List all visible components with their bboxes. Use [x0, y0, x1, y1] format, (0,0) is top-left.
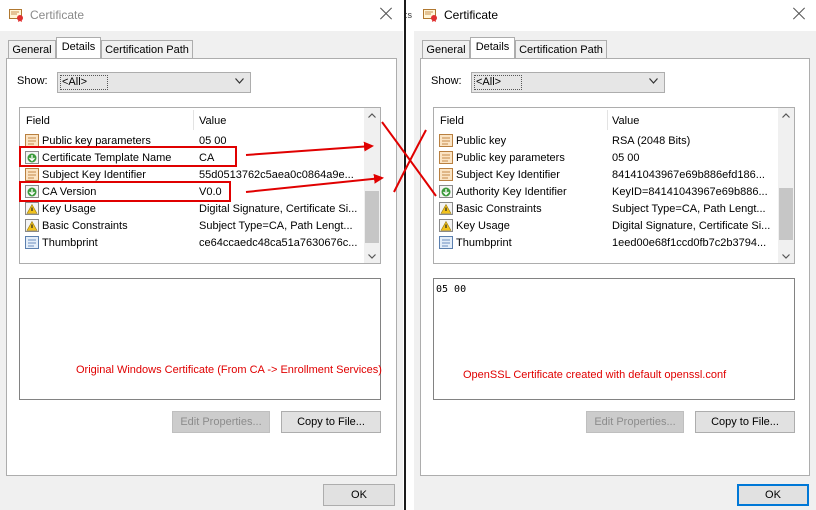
column-header-value[interactable]: Value — [612, 115, 639, 127]
window-title: Certificate — [30, 8, 85, 22]
column-divider[interactable] — [193, 110, 194, 130]
row-value: Subject Type=CA, Path Lengt... — [612, 203, 766, 215]
row-value: Subject Type=CA, Path Lengt... — [199, 220, 353, 232]
highlight-box-ca-version — [19, 181, 231, 202]
chevron-down-icon — [649, 78, 658, 84]
cert-property-icon — [439, 236, 454, 250]
tab-general[interactable]: General — [422, 40, 470, 58]
certificate-icon — [423, 8, 439, 22]
close-icon[interactable] — [790, 5, 808, 23]
window-title: Certificate — [444, 8, 499, 22]
cert-critical-extension-icon — [439, 219, 454, 233]
cert-critical-extension-icon — [25, 202, 40, 216]
scroll-up-icon[interactable] — [782, 113, 790, 118]
list-item[interactable]: Basic Constraints Subject Type=CA, Path … — [20, 218, 364, 235]
scrollbar-thumb[interactable] — [365, 191, 379, 243]
list-header: Field Value — [20, 108, 364, 132]
row-field: Public key — [456, 135, 507, 147]
cert-critical-extension-icon — [439, 202, 454, 216]
list-item[interactable]: Key Usage Digital Signature, Certificate… — [20, 201, 364, 218]
show-label: Show: — [17, 75, 48, 87]
chevron-down-icon — [235, 78, 244, 84]
row-value: KeyID=84141043967e69b886... — [612, 186, 768, 198]
list-item[interactable]: Thumbprint ce64ccaedc48ca51a7630676c... — [20, 235, 364, 252]
row-field: Thumbprint — [42, 237, 98, 249]
cert-extension-icon — [439, 185, 454, 199]
cert-field-icon — [439, 134, 454, 148]
ok-button[interactable]: OK — [323, 484, 395, 506]
annotation-text: Original Windows Certificate (From CA ->… — [76, 364, 382, 376]
row-field: Key Usage — [456, 220, 510, 232]
certificate-dialog-left: Certificate General Details Certificatio… — [0, 0, 403, 510]
list-item[interactable]: Thumbprint 1eed00e68f1ccd0fb7c2b3794... — [434, 235, 778, 252]
column-header-field[interactable]: Field — [26, 115, 50, 127]
list-scrollbar[interactable] — [778, 108, 794, 263]
list-header: Field Value — [434, 108, 778, 132]
tab-details[interactable]: Details — [470, 37, 515, 58]
row-value: 1eed00e68f1ccd0fb7c2b3794... — [612, 237, 767, 249]
tab-details[interactable]: Details — [56, 37, 101, 58]
column-header-value[interactable]: Value — [199, 115, 226, 127]
highlight-box-certificate-template-name — [19, 146, 237, 167]
separator-fragment-text: :s — [405, 10, 413, 20]
show-label: Show: — [431, 75, 462, 87]
row-field: Key Usage — [42, 203, 96, 215]
cert-field-icon — [439, 168, 454, 182]
cert-critical-extension-icon — [25, 219, 40, 233]
tab-certification-path[interactable]: Certification Path — [101, 40, 193, 58]
scroll-up-icon[interactable] — [368, 113, 376, 118]
list-item[interactable]: Public key RSA (2048 Bits) — [434, 133, 778, 150]
row-field: Thumbprint — [456, 237, 512, 249]
show-select[interactable]: <All> — [57, 72, 251, 93]
field-list[interactable]: Field Value Public key RSA (2048 Bits) P… — [433, 107, 795, 264]
field-detail-box[interactable]: 05 00 — [433, 278, 795, 400]
row-value: 05 00 — [612, 152, 640, 164]
detail-text: 05 00 — [436, 284, 467, 295]
close-icon[interactable] — [377, 5, 395, 23]
show-select-value: <All> — [476, 76, 502, 88]
row-field: Subject Key Identifier — [42, 169, 146, 181]
title-bar: Certificate — [414, 0, 816, 31]
edit-properties-button[interactable]: Edit Properties... — [172, 411, 270, 433]
list-scrollbar[interactable] — [364, 108, 380, 263]
row-value: 55d0513762c5aea0c0864a9e... — [199, 169, 354, 181]
row-value: ce64ccaedc48ca51a7630676c... — [199, 237, 358, 249]
copy-to-file-button[interactable]: Copy to File... — [281, 411, 381, 433]
cert-property-icon — [25, 236, 40, 250]
show-select-value: <All> — [62, 76, 88, 88]
certificate-icon — [9, 8, 25, 22]
list-item[interactable]: Key Usage Digital Signature, Certificate… — [434, 218, 778, 235]
row-field: Subject Key Identifier — [456, 169, 560, 181]
row-value: 84141043967e69b886efd186... — [612, 169, 765, 181]
scroll-down-icon[interactable] — [782, 254, 790, 259]
row-field: Basic Constraints — [42, 220, 128, 232]
tab-certification-path[interactable]: Certification Path — [515, 40, 607, 58]
certificate-dialog-right: Certificate General Details Certificatio… — [414, 0, 816, 510]
cert-field-icon — [439, 151, 454, 165]
window-separator-line — [404, 0, 406, 510]
column-divider[interactable] — [607, 110, 608, 130]
row-field: Basic Constraints — [456, 203, 542, 215]
scroll-down-icon[interactable] — [368, 254, 376, 259]
ok-button[interactable]: OK — [737, 484, 809, 506]
scrollbar-thumb[interactable] — [779, 188, 793, 240]
edit-properties-button[interactable]: Edit Properties... — [586, 411, 684, 433]
row-value: RSA (2048 Bits) — [612, 135, 691, 147]
field-detail-box[interactable] — [19, 278, 381, 400]
annotation-text: OpenSSL Certificate created with default… — [463, 369, 727, 381]
cert-field-icon — [25, 168, 40, 182]
list-item[interactable]: Authority Key Identifier KeyID=841410439… — [434, 184, 778, 201]
tab-general[interactable]: General — [8, 40, 56, 58]
row-value: Digital Signature, Certificate Si... — [612, 220, 771, 232]
list-item[interactable]: Subject Key Identifier 84141043967e69b88… — [434, 167, 778, 184]
row-value: Digital Signature, Certificate Si... — [199, 203, 358, 215]
copy-to-file-button[interactable]: Copy to File... — [695, 411, 795, 433]
list-item[interactable]: Public key parameters 05 00 — [434, 150, 778, 167]
column-header-field[interactable]: Field — [440, 115, 464, 127]
show-select[interactable]: <All> — [471, 72, 665, 93]
row-field: Authority Key Identifier — [456, 186, 567, 198]
title-bar: Certificate — [0, 0, 403, 31]
list-item[interactable]: Basic Constraints Subject Type=CA, Path … — [434, 201, 778, 218]
row-field: Public key parameters — [456, 152, 565, 164]
